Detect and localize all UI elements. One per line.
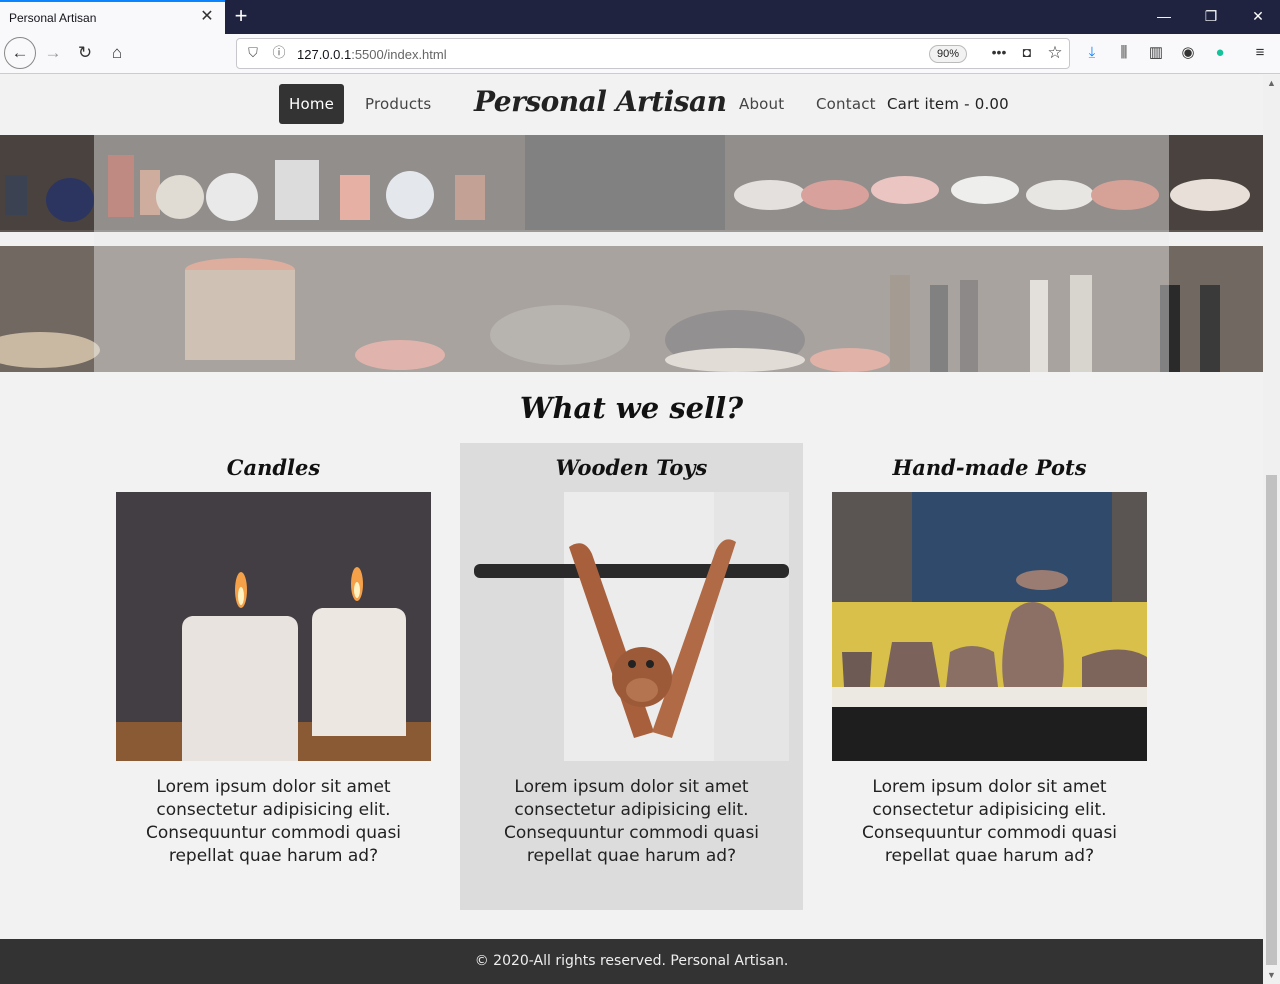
card-title: Hand-made Pots: [892, 455, 1087, 480]
pots-image: [832, 492, 1147, 761]
hero-overlay: [94, 135, 1169, 372]
card-description: Lorem ipsum dolor sit amet consectetur a…: [503, 777, 760, 866]
reload-icon[interactable]: ↻: [70, 38, 100, 68]
account-icon[interactable]: ◉: [1178, 43, 1198, 63]
product-card-wooden-toys[interactable]: Wooden Toys Lorem ipsum dolor sit amet c…: [460, 443, 803, 910]
site-footer: © 2020-All rights reserved. Personal Art…: [0, 939, 1263, 984]
shield-icon[interactable]: ⛉: [245, 45, 261, 61]
candles-illustration: [116, 492, 431, 761]
back-icon[interactable]: ←: [4, 37, 36, 69]
product-card-candles[interactable]: Candles Lorem ipsum dolor sit amet conse…: [102, 443, 445, 910]
site-brand[interactable]: Personal Artisan: [474, 85, 727, 118]
nav-home-link[interactable]: Home: [279, 84, 345, 124]
nav-about-link[interactable]: About: [739, 84, 784, 124]
nav-contact-link[interactable]: Contact: [816, 84, 876, 124]
grammarly-icon[interactable]: ●: [1210, 43, 1230, 63]
tab-close-icon[interactable]: ✕: [199, 9, 215, 25]
window-close-icon[interactable]: ✕: [1243, 6, 1273, 26]
page-viewport: Home Products Personal Artisan About Con…: [0, 75, 1263, 984]
card-description: Lorem ipsum dolor sit amet consectetur a…: [861, 777, 1118, 866]
product-card-pots[interactable]: Hand-made Pots Lorem ipsum dolor sit ame…: [818, 443, 1161, 910]
bookmark-star-icon[interactable]: ☆: [1045, 43, 1065, 63]
scroll-thumb[interactable]: [1266, 475, 1277, 965]
browser-tab[interactable]: Personal Artisan ✕: [0, 0, 225, 34]
zoom-badge[interactable]: 90%: [929, 45, 967, 63]
menu-icon[interactable]: ≡: [1250, 43, 1270, 63]
scroll-up-icon[interactable]: ▲: [1263, 75, 1280, 92]
url-text[interactable]: 127.0.0.1:5500/index.html: [297, 47, 447, 62]
pots-illustration: [832, 492, 1147, 761]
info-icon[interactable]: ⓘ: [271, 45, 287, 61]
library-icon[interactable]: ⫼: [1114, 43, 1134, 63]
wooden-toy-illustration: [474, 492, 789, 761]
sidebar-icon[interactable]: ▥: [1146, 43, 1166, 63]
home-icon[interactable]: ⌂: [102, 38, 132, 68]
browser-tab-bar: Personal Artisan ✕ + — ❐ ✕: [0, 0, 1280, 34]
tab-title: Personal Artisan: [9, 11, 97, 25]
download-icon[interactable]: ⤓: [1082, 43, 1102, 63]
url-host: 127.0.0.1: [297, 47, 352, 62]
url-path: :5500/index.html: [351, 47, 447, 62]
site-nav: Home Products Personal Artisan About Con…: [0, 75, 1263, 135]
browser-toolbar: ← → ↻ ⌂ ⛉ ⓘ 127.0.0.1:5500/index.html 90…: [0, 34, 1280, 74]
url-bar[interactable]: ⛉ ⓘ 127.0.0.1:5500/index.html 90% ••• ◘ …: [236, 38, 1070, 69]
new-tab-icon[interactable]: +: [230, 5, 252, 27]
candles-image: [116, 492, 431, 761]
page-scrollbar[interactable]: ▲ ▼: [1263, 75, 1280, 984]
section-title: What we sell?: [519, 391, 744, 425]
cart-link[interactable]: Cart item - 0.00: [887, 84, 1009, 124]
hero-image: [0, 135, 1263, 372]
card-description: Lorem ipsum dolor sit amet consectetur a…: [145, 777, 402, 866]
card-title: Candles: [226, 455, 321, 480]
scroll-down-icon[interactable]: ▼: [1263, 967, 1280, 984]
more-actions-icon[interactable]: •••: [989, 44, 1009, 60]
forward-icon[interactable]: →: [38, 38, 68, 68]
wooden-toy-image: [474, 492, 789, 761]
footer-copyright: © 2020-All rights reserved. Personal Art…: [474, 953, 789, 969]
pocket-icon[interactable]: ◘: [1017, 44, 1037, 60]
minimize-icon[interactable]: —: [1149, 6, 1179, 26]
nav-products-link[interactable]: Products: [365, 84, 431, 124]
restore-icon[interactable]: ❐: [1196, 6, 1226, 26]
card-title: Wooden Toys: [555, 455, 708, 480]
